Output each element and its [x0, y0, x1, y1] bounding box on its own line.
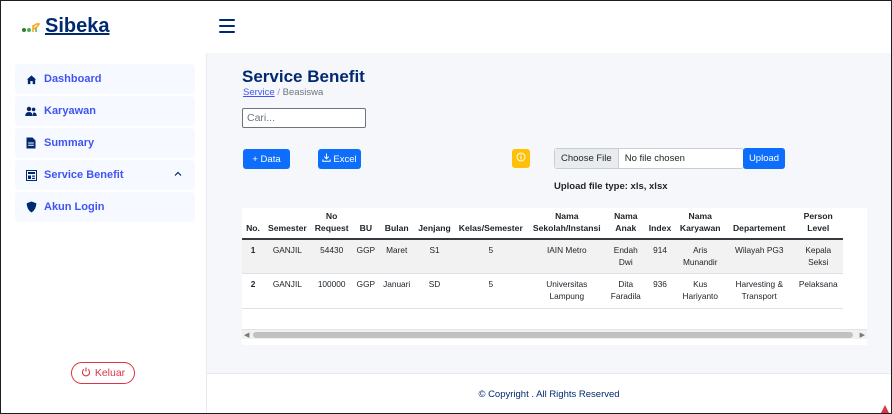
- column-header: No Request: [310, 208, 353, 241]
- shield-icon: [25, 201, 37, 213]
- table-cell: GANJIL: [264, 273, 311, 309]
- scroll-left-icon[interactable]: ◀: [244, 331, 249, 339]
- export-excel-label: Excel: [333, 153, 357, 165]
- breadcrumb-service-link[interactable]: Service: [243, 87, 275, 98]
- sidebar-item-label: Service Benefit: [44, 169, 124, 181]
- column-header: Nama Anak: [606, 208, 645, 241]
- table-cell: Universitas Lampung: [526, 273, 607, 309]
- column-header: Bulan: [379, 208, 415, 241]
- upload-button[interactable]: Upload: [743, 148, 785, 169]
- table-cell: 54430: [310, 239, 353, 275]
- table-scroll-area[interactable]: No. Semester No Request BU Bulan Jenjang…: [242, 208, 867, 328]
- info-button[interactable]: [512, 149, 530, 168]
- table-cell: Pelaksana: [793, 273, 844, 309]
- horizontal-scrollbar[interactable]: ◀ ▶: [242, 329, 867, 339]
- column-header: No.: [242, 208, 264, 241]
- column-header: Nama Karyawan: [675, 208, 726, 241]
- column-header: Nama Sekolah/Instansi: [526, 208, 607, 241]
- table-cell: 5: [454, 239, 527, 275]
- table-cell: GGP: [352, 273, 380, 309]
- logout-button[interactable]: Keluar: [71, 362, 135, 384]
- table-cell: Harvesting & Transport: [725, 273, 794, 309]
- app-window: Sibeka Dashboard Karyawan Summary Servic…: [0, 0, 892, 414]
- file-icon: [25, 137, 37, 149]
- sidebar-item-akun-login[interactable]: Akun Login: [15, 192, 195, 222]
- menu-toggle-icon[interactable]: [219, 19, 235, 33]
- table-cell: 914: [644, 239, 676, 275]
- table-cell: 5: [454, 273, 527, 309]
- logout-label: Keluar: [94, 367, 126, 379]
- column-header: Jenjang: [414, 208, 455, 241]
- page-title: Service Benefit: [242, 67, 365, 86]
- search-input[interactable]: [242, 108, 366, 128]
- sidebar-item-service-benefit[interactable]: Service Benefit: [15, 160, 195, 190]
- table-cell: GGP: [352, 239, 380, 275]
- table-cell: 2: [242, 273, 264, 309]
- sidebar-item-dashboard[interactable]: Dashboard: [15, 64, 195, 94]
- table-cell: Kepala Seksi: [793, 239, 844, 275]
- table-cell: Wilayah PG3: [725, 239, 794, 275]
- home-icon: [25, 73, 37, 85]
- table-cell: 1: [242, 239, 264, 275]
- breadcrumb: Service / Beasiswa: [243, 87, 323, 98]
- column-header: Person Level: [793, 208, 844, 241]
- choose-file-button[interactable]: Choose File: [555, 149, 619, 168]
- table-cell: Maret: [379, 239, 415, 275]
- column-header: Departement: [725, 208, 794, 241]
- table-card: No. Semester No Request BU Bulan Jenjang…: [242, 208, 867, 345]
- breadcrumb-current: Beasiswa: [282, 87, 324, 98]
- users-icon: [25, 105, 37, 117]
- logo-icon: [21, 19, 41, 35]
- copyright-text: © Copyright . All Rights Reserved: [478, 388, 620, 400]
- column-header: Semester: [264, 208, 311, 241]
- table-cell: Endah Dwi: [606, 239, 645, 275]
- logo[interactable]: Sibeka: [21, 15, 109, 38]
- column-header: Kelas/Semester: [454, 208, 527, 241]
- table-row[interactable]: 2 GANJIL 100000 GGP Januari SD 5 Univers…: [242, 273, 844, 309]
- download-icon: [322, 153, 332, 165]
- scrollbar-thumb[interactable]: [253, 332, 853, 338]
- add-data-button[interactable]: + Data: [243, 149, 290, 169]
- table-cell: 100000: [310, 273, 353, 309]
- scroll-right-icon[interactable]: ▶: [860, 331, 865, 339]
- sidebar-item-summary[interactable]: Summary: [15, 128, 195, 158]
- back-to-top-icon[interactable]: [879, 399, 891, 413]
- table-cell: 936: [644, 273, 676, 309]
- table-header-row: No. Semester No Request BU Bulan Jenjang…: [242, 208, 844, 241]
- file-status: No file chosen: [624, 153, 685, 164]
- table-cell: Dita Faradila: [606, 273, 645, 309]
- table-cell: Januari: [379, 273, 415, 309]
- upload-file-type-note: Upload file type: xls, xlsx: [554, 181, 668, 192]
- sidebar-item-karyawan[interactable]: Karyawan: [15, 96, 195, 126]
- export-excel-button[interactable]: Excel: [318, 149, 361, 169]
- column-header: Index: [644, 208, 676, 241]
- app-name: Sibeka: [45, 15, 110, 37]
- column-header: BU: [352, 208, 380, 241]
- chevron-up-icon[interactable]: [173, 169, 183, 179]
- layout-icon: [25, 169, 37, 181]
- breadcrumb-separator: /: [277, 87, 280, 98]
- table-cell: GANJIL: [264, 239, 311, 275]
- power-icon: [81, 367, 91, 380]
- table-cell: IAIN Metro: [526, 239, 607, 275]
- info-icon: [516, 152, 526, 165]
- table-cell: S1: [414, 239, 455, 275]
- footer: © Copyright . All Rights Reserved: [207, 373, 891, 413]
- top-bar: Sibeka: [1, 1, 891, 53]
- file-input[interactable]: Choose File No file chosen: [554, 148, 744, 169]
- table-row[interactable]: 1 GANJIL 54430 GGP Maret S1 5 IAIN Metro…: [242, 239, 844, 275]
- service-benefit-table: No. Semester No Request BU Bulan Jenjang…: [242, 208, 844, 309]
- table-cell: Aris Munandir: [675, 239, 726, 275]
- sidebar-item-label: Karyawan: [44, 105, 96, 117]
- table-cell: SD: [414, 273, 455, 309]
- main-content: Service Benefit Service / Beasiswa + Dat…: [207, 53, 891, 373]
- sidebar: Dashboard Karyawan Summary Service Benef…: [1, 53, 207, 413]
- sidebar-item-label: Summary: [44, 137, 95, 149]
- sidebar-item-label: Akun Login: [44, 201, 105, 213]
- table-cell: Kus Hariyanto: [675, 273, 726, 309]
- sidebar-item-label: Dashboard: [44, 73, 102, 85]
